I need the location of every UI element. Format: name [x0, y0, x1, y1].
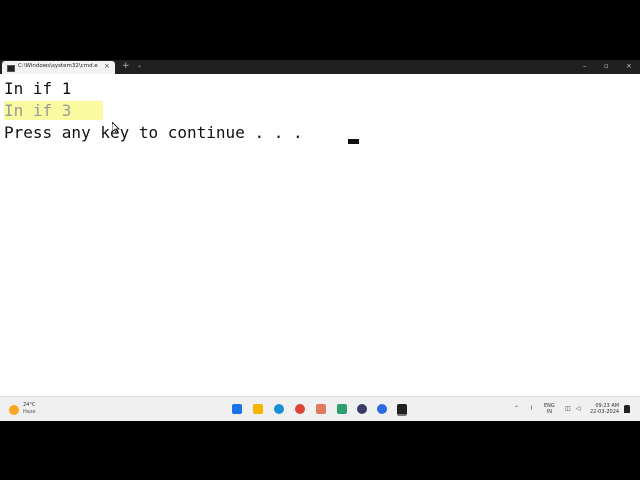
- terminal-area[interactable]: In if 1 In if 3 Press any key to continu…: [0, 74, 640, 396]
- mouse-pointer-icon: [112, 122, 120, 134]
- taskbar: 24°C Haze ⌃ ⌇ ENG IN ◫ ◁ 09:23 AM 22-03-20…: [0, 396, 640, 421]
- terminal-icon[interactable]: [397, 404, 407, 416]
- app-icon[interactable]: [337, 404, 347, 414]
- chevron-down-icon[interactable]: ⌄: [137, 62, 142, 69]
- terminal-line-highlighted: In if 3: [4, 101, 104, 120]
- network-icon[interactable]: ⌇: [530, 405, 533, 412]
- maximize-button[interactable]: ▫: [604, 62, 609, 70]
- text-cursor: [348, 139, 359, 144]
- wifi-icon[interactable]: ◫: [565, 405, 571, 412]
- app-icon[interactable]: [316, 404, 326, 414]
- terminal-line: Press any key to continue . . .: [4, 123, 313, 142]
- file-explorer-icon[interactable]: [253, 404, 263, 414]
- volume-icon[interactable]: ◁: [576, 405, 581, 412]
- close-button[interactable]: ×: [626, 62, 632, 70]
- edge-icon[interactable]: [274, 404, 284, 414]
- terminal-icon: [7, 65, 15, 72]
- weather-condition: Haze: [23, 409, 36, 415]
- tab-close-icon[interactable]: ×: [104, 62, 110, 70]
- weather-sun-icon[interactable]: [9, 405, 19, 415]
- weather-temperature: 24°C: [23, 402, 36, 408]
- new-tab-icon[interactable]: +: [122, 61, 130, 71]
- app-icon[interactable]: [357, 404, 367, 414]
- windows-start-icon[interactable]: [232, 404, 242, 414]
- language-indicator[interactable]: ENG IN: [544, 403, 555, 415]
- chrome-icon[interactable]: [295, 404, 305, 414]
- chevron-up-icon[interactable]: ⌃: [514, 405, 519, 412]
- minimize-button[interactable]: –: [583, 62, 587, 70]
- zoom-icon[interactable]: [377, 404, 387, 414]
- terminal-line: In if 1: [4, 79, 72, 98]
- clock[interactable]: 09:23 AM 22-03-2024: [590, 403, 619, 415]
- notification-bell-icon[interactable]: [624, 405, 630, 413]
- tab-title: C:\Windows\system32\cmd.e: [18, 63, 98, 69]
- tab-cmd[interactable]: C:\Windows\system32\cmd.e ×: [2, 61, 115, 74]
